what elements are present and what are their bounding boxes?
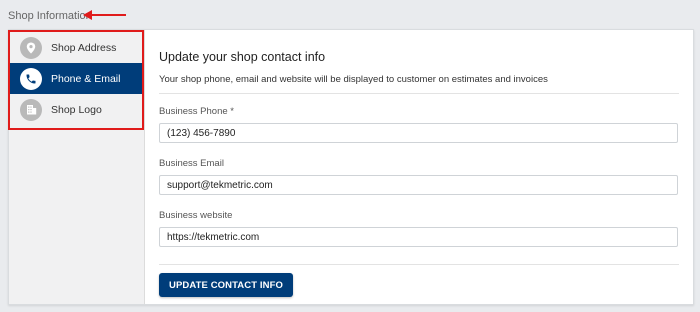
phone-icon bbox=[20, 67, 42, 90]
section-title: Update your shop contact info bbox=[159, 50, 326, 64]
business-phone-input[interactable] bbox=[159, 123, 678, 143]
sidebar-item-phone-email[interactable]: Phone & Email bbox=[10, 63, 142, 94]
sidebar-item-shop-logo[interactable]: Shop Logo bbox=[10, 94, 142, 125]
section-description: Your shop phone, email and website will … bbox=[159, 74, 548, 85]
business-email-input[interactable] bbox=[159, 175, 678, 195]
form-divider bbox=[159, 264, 679, 265]
contact-info-panel: Update your shop contact info Your shop … bbox=[145, 30, 693, 304]
phone-field-group: Business Phone * bbox=[159, 106, 679, 143]
update-contact-info-button[interactable]: UPDATE CONTACT INFO bbox=[159, 273, 293, 297]
section-divider bbox=[159, 93, 679, 94]
website-label: Business website bbox=[159, 210, 233, 221]
business-website-input[interactable] bbox=[159, 227, 678, 247]
sidebar-nav-highlight: Shop Address Phone & Email Shop Logo bbox=[8, 30, 144, 130]
shop-info-card: Shop Address Phone & Email Shop Logo Upd… bbox=[8, 29, 694, 305]
map-pin-icon bbox=[20, 36, 42, 59]
sidebar-item-label: Phone & Email bbox=[51, 72, 121, 85]
annotation-arrow-icon bbox=[83, 10, 126, 20]
settings-sidebar: Shop Address Phone & Email Shop Logo bbox=[8, 30, 145, 304]
page-header: Shop Information bbox=[8, 8, 92, 24]
phone-label: Business Phone * bbox=[159, 106, 234, 117]
website-field-group: Business website bbox=[159, 210, 679, 247]
email-field-group: Business Email bbox=[159, 158, 679, 195]
sidebar-item-label: Shop Logo bbox=[51, 103, 102, 116]
email-label: Business Email bbox=[159, 158, 224, 169]
sidebar-item-label: Shop Address bbox=[51, 41, 117, 54]
page-title: Shop Information bbox=[8, 10, 92, 22]
sidebar-item-shop-address[interactable]: Shop Address bbox=[10, 32, 142, 63]
building-icon bbox=[20, 98, 42, 121]
